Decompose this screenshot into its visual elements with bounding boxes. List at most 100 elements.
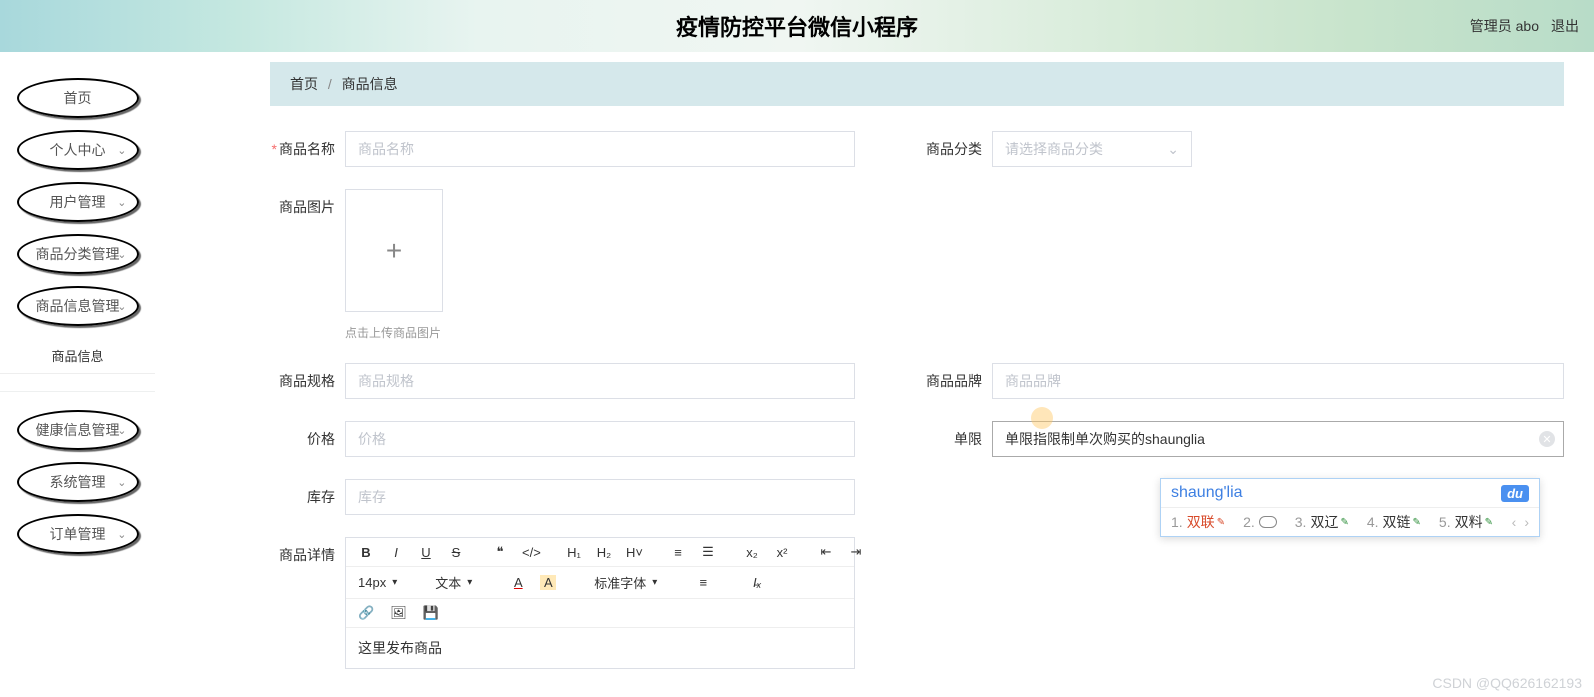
price-input[interactable]	[345, 421, 855, 457]
chevron-right-icon: ›	[1524, 514, 1529, 530]
limit-input[interactable]: 单限指限制单次购买的shaunglia ✕	[992, 421, 1564, 457]
chevron-down-icon: ⌄	[117, 528, 126, 541]
breadcrumb-home[interactable]: 首页	[290, 76, 318, 92]
sidebar-item-label: 用户管理	[50, 192, 106, 212]
font-family-select[interactable]: 标准字体▾	[594, 573, 657, 592]
link-button[interactable]: 🔗	[358, 605, 374, 621]
category-placeholder: 请选择商品分类	[1005, 139, 1103, 159]
editor-toolbar-row1: B I U S ❝ </> H₁ H₂ H˅ ≡ ☰	[346, 538, 854, 567]
sidebar-item-personal[interactable]: 个人中心 ⌄	[17, 130, 139, 170]
plus-icon: +	[386, 235, 402, 267]
cloud-icon	[1259, 516, 1277, 528]
category-select[interactable]: 请选择商品分类 ⌄	[992, 131, 1192, 167]
quote-button[interactable]: ❝	[492, 544, 508, 560]
underline-button[interactable]: U	[418, 545, 434, 560]
spec-label: 商品规格	[270, 363, 335, 399]
category-label: 商品分类	[917, 131, 982, 167]
align-button[interactable]: ≡	[695, 575, 711, 590]
strike-button[interactable]: S	[448, 545, 464, 560]
sidebar-item-label: 个人中心	[50, 140, 106, 160]
editor-body[interactable]: 这里发布商品	[346, 628, 854, 668]
font-size-select[interactable]: 14px▾	[358, 575, 397, 590]
sidebar-item-health-mgmt[interactable]: 健康信息管理 ⌄	[17, 410, 139, 450]
header-right: 管理员 abo 退出	[1470, 0, 1579, 52]
sidebar-item-order-mgmt[interactable]: 订单管理 ⌄	[17, 514, 139, 554]
brand-input[interactable]	[992, 363, 1564, 399]
image-hint: 点击上传商品图片	[345, 324, 443, 341]
italic-button[interactable]: I	[388, 545, 404, 560]
sidebar: 首页 个人中心 ⌄ 用户管理 ⌄ 商品分类管理 ⌄ 商品信息管理 ⌄ 商品信息 …	[0, 52, 155, 697]
image-button[interactable]: 🖼	[390, 605, 407, 621]
chevron-down-icon: ⌄	[1167, 141, 1179, 158]
spec-input[interactable]	[345, 363, 855, 399]
sidebar-item-system-mgmt[interactable]: 系统管理 ⌄	[17, 462, 139, 502]
product-name-input[interactable]	[345, 131, 855, 167]
h-dropdown[interactable]: H˅	[626, 545, 642, 560]
chevron-down-icon: ⌄	[117, 144, 126, 157]
stock-input[interactable]	[345, 479, 855, 515]
image-uploader[interactable]: +	[345, 189, 443, 312]
h2-button[interactable]: H₂	[596, 545, 612, 560]
ordered-list-button[interactable]: ≡	[670, 545, 686, 560]
sidebar-subitem-product-info[interactable]: 商品信息	[0, 338, 155, 374]
app-title: 疫情防控平台微信小程序	[676, 10, 918, 42]
sidebar-item-category-mgmt[interactable]: 商品分类管理 ⌄	[17, 234, 139, 274]
sidebar-item-label: 系统管理	[50, 472, 106, 492]
main-content: 首页 / 商品信息 *商品名称 商品分类 请选择商品分类 ⌄ 商品图片	[155, 52, 1594, 697]
bold-button[interactable]: B	[358, 545, 374, 560]
rich-editor: B I U S ❝ </> H₁ H₂ H˅ ≡ ☰	[345, 537, 855, 669]
stock-label: 库存	[270, 479, 335, 515]
editor-toolbar-row3: 🔗 🖼 💾	[346, 599, 854, 628]
chevron-down-icon: ⌄	[117, 300, 126, 313]
chevron-down-icon: ⌄	[117, 248, 126, 261]
code-button[interactable]: </>	[522, 545, 538, 560]
superscript-button[interactable]: x²	[774, 545, 790, 560]
breadcrumb-current: 商品信息	[342, 76, 398, 92]
outdent-button[interactable]: ⇥	[848, 544, 864, 560]
brand-label: 商品品牌	[917, 363, 982, 399]
chevron-down-icon: ⌄	[117, 196, 126, 209]
logout-link[interactable]: 退出	[1551, 16, 1579, 36]
h1-button[interactable]: H₁	[566, 545, 582, 560]
app-header: 疫情防控平台微信小程序 管理员 abo 退出	[0, 0, 1594, 52]
limit-value-text: 单限指限制单次购买的shaunglia	[1005, 429, 1205, 449]
ime-candidate-2[interactable]: 2.	[1243, 514, 1277, 530]
sidebar-item-label: 健康信息管理	[36, 420, 120, 440]
ime-candidate-5[interactable]: 5.双料✎	[1439, 512, 1493, 532]
chevron-down-icon: ⌄	[117, 424, 126, 437]
sidebar-item-user-mgmt[interactable]: 用户管理 ⌄	[17, 182, 139, 222]
clear-icon[interactable]: ✕	[1539, 431, 1555, 447]
breadcrumb-separator: /	[328, 76, 332, 92]
price-label: 价格	[270, 421, 335, 457]
ime-logo-icon: du	[1501, 485, 1529, 502]
unordered-list-button[interactable]: ☰	[700, 544, 716, 560]
indent-button[interactable]: ⇤	[818, 544, 834, 560]
sidebar-item-label: 订单管理	[50, 524, 106, 544]
sidebar-item-product-mgmt[interactable]: 商品信息管理 ⌄	[17, 286, 139, 326]
image-label: 商品图片	[270, 189, 335, 341]
ime-candidate-1[interactable]: 1.双联✎	[1171, 512, 1225, 532]
sidebar-item-label: 商品信息管理	[36, 296, 120, 316]
detail-label: 商品详情	[270, 537, 335, 669]
text-style-select[interactable]: 文本▾	[435, 573, 472, 592]
ime-candidates: 1.双联✎ 2. 3.双辽✎ 4.双链✎ 5.双料✎ ‹›	[1161, 507, 1539, 536]
chevron-down-icon: ⌄	[117, 476, 126, 489]
save-button[interactable]: 💾	[423, 605, 439, 621]
text-color-button[interactable]: A	[510, 575, 526, 590]
ime-candidate-3[interactable]: 3.双辽✎	[1295, 512, 1349, 532]
ime-pager[interactable]: ‹›	[1512, 514, 1529, 530]
sidebar-item-home[interactable]: 首页	[17, 78, 139, 118]
watermark: CSDN @QQ626162193	[1432, 675, 1582, 691]
sidebar-item-label: 首页	[64, 88, 92, 108]
ime-candidate-4[interactable]: 4.双链✎	[1367, 512, 1421, 532]
chevron-left-icon: ‹	[1512, 514, 1517, 530]
breadcrumb: 首页 / 商品信息	[270, 62, 1564, 106]
ime-panel: shaung'lia du 1.双联✎ 2. 3.双辽✎ 4.双链✎ 5.双料✎…	[1160, 478, 1540, 537]
cursor-indicator	[1031, 407, 1053, 429]
sidebar-item-label: 商品分类管理	[36, 244, 120, 264]
clear-format-button[interactable]: I̵ₓ	[749, 575, 765, 590]
limit-label: 单限	[917, 421, 982, 457]
user-label[interactable]: 管理员 abo	[1470, 16, 1539, 36]
subscript-button[interactable]: x₂	[744, 545, 760, 560]
bg-color-button[interactable]: A	[540, 575, 556, 590]
